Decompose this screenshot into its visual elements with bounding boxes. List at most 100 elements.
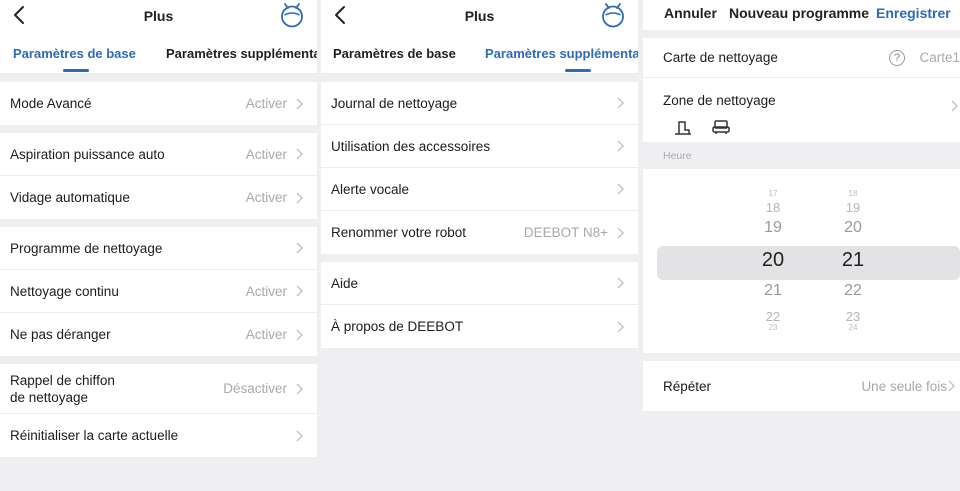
screen-plus-base: Plus Paramètres de base Paramètres suppl… — [0, 0, 317, 491]
active-tab-indicator — [63, 69, 89, 72]
chevron-right-icon — [296, 148, 303, 160]
chevron-right-icon — [951, 100, 958, 112]
minute-option: 18 — [848, 189, 858, 198]
row-alerte-vocale[interactable]: Alerte vocale — [321, 168, 638, 211]
row-label: Aspiration puissance auto — [10, 146, 165, 162]
row-label: À propos de DEEBOT — [331, 319, 464, 334]
row-label: Alerte vocale — [331, 181, 410, 197]
row-label-line2: de nettoyage — [10, 389, 89, 405]
row-reinitialiser-carte[interactable]: Réinitialiser la carte actuelle — [0, 414, 317, 457]
room-icon[interactable] — [673, 118, 693, 136]
repeat-value: Une seule fois — [861, 378, 947, 394]
row-value: Activer — [245, 327, 287, 342]
row-label: Renommer votre robot — [331, 225, 467, 240]
chevron-right-icon — [617, 140, 624, 152]
row-value: Activer — [245, 96, 287, 111]
minute-option-selected: 21 — [841, 249, 865, 271]
chevron-right-icon — [296, 98, 303, 109]
hour-option: 19 — [764, 219, 782, 236]
row-value: Désactiver — [223, 381, 287, 396]
tab-parametres-base[interactable]: Paramètres de base — [13, 46, 136, 61]
active-tab-indicator — [565, 69, 591, 72]
robot-icon[interactable] — [279, 2, 305, 28]
minute-option: 23 — [845, 309, 861, 324]
row-value: Activer — [245, 190, 287, 205]
settings-group: Mode Avancé Activer — [0, 82, 317, 125]
row-repeter[interactable]: Répéter Une seule fois — [643, 361, 960, 411]
row-programme-nettoyage[interactable]: Programme de nettoyage — [0, 227, 317, 270]
hour-option-selected: 20 — [761, 249, 785, 271]
row-label: Utilisation des accessoires — [331, 138, 491, 154]
hour-option: 22 — [765, 309, 781, 324]
tab-parametres-base[interactable]: Paramètres de base — [333, 46, 456, 61]
row-label: Vidage automatique — [10, 190, 130, 205]
chevron-right-icon — [617, 183, 624, 195]
row-label: Programme de nettoyage — [10, 240, 163, 256]
help-icon[interactable]: ? — [889, 50, 905, 66]
row-ne-pas-deranger[interactable]: Ne pas déranger Activer — [0, 313, 317, 356]
tab-parametres-supplementaires[interactable]: Paramètres supplémentaires — [166, 46, 317, 61]
row-carte-nettoyage[interactable]: Carte de nettoyage ? Carte1 — [643, 38, 960, 78]
row-label: Carte de nettoyage — [663, 50, 778, 65]
row-label: Réinitialiser la carte actuelle — [10, 428, 179, 443]
picker-selection-band — [657, 246, 960, 280]
row-value: DEEBOT N8+ — [523, 225, 608, 240]
sofa-icon[interactable] — [711, 118, 731, 136]
page-title: Plus — [143, 8, 174, 24]
time-section-label: Heure — [643, 142, 960, 169]
row-label: Mode Avancé — [10, 96, 92, 111]
row-value: Activer — [245, 146, 287, 162]
row-rappel-chiffon[interactable]: Rappel de chiffon de nettoyage Désactiver — [0, 364, 317, 414]
chevron-right-icon — [617, 97, 624, 109]
save-button[interactable]: Enregistrer — [876, 5, 951, 21]
screen-nouveau-programme: Annuler Nouveau programme Enregistrer Ca… — [643, 0, 960, 491]
row-journal-nettoyage[interactable]: Journal de nettoyage — [321, 82, 638, 125]
settings-group: Aide À propos de DEEBOT — [321, 262, 638, 348]
chevron-right-icon — [296, 242, 303, 254]
settings-group: Journal de nettoyage Utilisation des acc… — [321, 82, 638, 254]
chevron-right-icon — [296, 329, 303, 340]
minute-option: 22 — [844, 282, 862, 299]
row-aspiration-auto[interactable]: Aspiration puissance auto Activer — [0, 133, 317, 176]
chevron-right-icon — [617, 321, 624, 332]
row-utilisation-accessoires[interactable]: Utilisation des accessoires — [321, 125, 638, 168]
minute-option: 24 — [848, 323, 858, 332]
settings-tabs: Paramètres de base Paramètres supplément… — [0, 32, 317, 74]
row-label: Aide — [331, 275, 359, 291]
settings-tabs: Paramètres de base Paramètres supplément… — [321, 32, 638, 74]
row-label: Répéter — [663, 378, 712, 394]
row-nettoyage-continu[interactable]: Nettoyage continu Activer — [0, 270, 317, 313]
row-value: Activer — [245, 283, 287, 299]
time-picker[interactable]: 17 18 19 20 21 22 23 18 19 20 21 22 23 2… — [643, 169, 960, 353]
settings-group: Aspiration puissance auto Activer Vidage… — [0, 133, 317, 219]
chevron-right-icon — [296, 430, 303, 441]
row-label: Rappel de chiffon de nettoyage — [10, 372, 115, 406]
row-a-propos[interactable]: À propos de DEEBOT — [321, 305, 638, 348]
row-zone-nettoyage[interactable]: Zone de nettoyage — [643, 78, 960, 142]
hour-option: 21 — [764, 282, 782, 299]
cancel-button[interactable]: Annuler — [664, 5, 717, 21]
row-vidage-auto[interactable]: Vidage automatique Activer — [0, 176, 317, 219]
chevron-right-icon — [296, 383, 303, 394]
map-section: Carte de nettoyage ? Carte1 Zone de nett… — [643, 38, 960, 142]
minute-option: 20 — [844, 219, 862, 236]
settings-group: Programme de nettoyage Nettoyage continu… — [0, 227, 317, 356]
row-label: Zone de nettoyage — [663, 93, 776, 108]
chevron-right-icon — [617, 277, 624, 289]
chevron-right-icon — [296, 285, 303, 297]
header: Plus — [0, 0, 317, 32]
page-title: Plus — [464, 8, 495, 24]
header: Plus — [321, 0, 638, 32]
row-mode-avance[interactable]: Mode Avancé Activer — [0, 82, 317, 125]
robot-icon[interactable] — [600, 2, 626, 28]
hour-option: 18 — [765, 200, 781, 215]
row-aide[interactable]: Aide — [321, 262, 638, 305]
screen-plus-supplementaires: Plus Paramètres de base Paramètres suppl… — [321, 0, 638, 491]
minute-option: 19 — [845, 200, 861, 215]
row-label: Nettoyage continu — [10, 283, 119, 299]
chevron-right-icon — [948, 380, 955, 392]
chevron-right-icon — [617, 227, 624, 238]
top-bar: Annuler Nouveau programme Enregistrer — [643, 0, 960, 30]
row-renommer-robot[interactable]: Renommer votre robot DEEBOT N8+ — [321, 211, 638, 254]
tab-parametres-supplementaires[interactable]: Paramètres supplémentaires — [485, 46, 638, 61]
